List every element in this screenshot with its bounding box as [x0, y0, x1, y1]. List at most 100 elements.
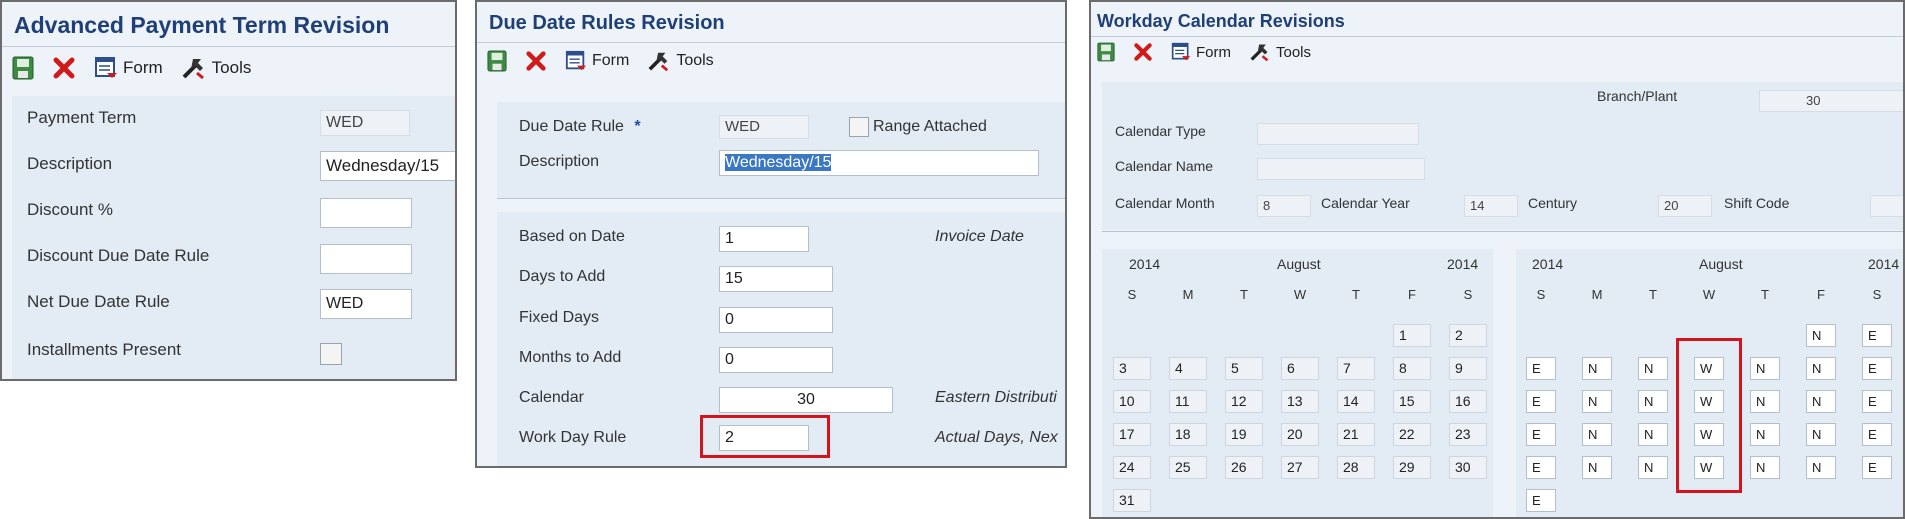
- tools-menu-button[interactable]: Tools: [647, 50, 714, 72]
- workday-calendar-cell[interactable]: N: [1638, 357, 1668, 380]
- calendar-label: Calendar: [519, 389, 584, 406]
- date-calendar-cell[interactable]: 22: [1393, 423, 1431, 446]
- date-calendar-cell[interactable]: 29: [1393, 456, 1431, 479]
- workday-calendar-cell[interactable]: N: [1750, 357, 1780, 380]
- workday-calendar-cell[interactable]: E: [1526, 390, 1556, 413]
- close-button[interactable]: [1133, 42, 1153, 62]
- workday-calendar-cell[interactable]: N: [1582, 357, 1612, 380]
- date-calendar-cell[interactable]: 25: [1169, 456, 1207, 479]
- date-calendar-cell[interactable]: 1: [1393, 324, 1431, 347]
- workday-calendar-cell[interactable]: N: [1806, 324, 1836, 347]
- installments-present-checkbox[interactable]: [320, 343, 342, 365]
- date-calendar-cell[interactable]: 3: [1113, 357, 1151, 380]
- workday-calendar-cell[interactable]: E: [1526, 489, 1556, 512]
- shift-code-field[interactable]: [1870, 195, 1903, 217]
- date-calendar-cell[interactable]: 24: [1113, 456, 1151, 479]
- fixed-days-field[interactable]: 0: [719, 307, 833, 333]
- date-calendar-cell[interactable]: 10: [1113, 390, 1151, 413]
- tools-menu-button[interactable]: Tools: [181, 56, 251, 80]
- date-calendar-cell[interactable]: 16: [1449, 390, 1487, 413]
- workday-calendar-cell[interactable]: N: [1582, 390, 1612, 413]
- calendar-field[interactable]: 30: [719, 387, 893, 413]
- century-field[interactable]: 20: [1658, 195, 1712, 217]
- date-calendar-cell[interactable]: 12: [1225, 390, 1263, 413]
- toolbar: Form Tools: [12, 56, 455, 80]
- date-calendar-cell[interactable]: 15: [1393, 390, 1431, 413]
- calendar-name-field[interactable]: [1257, 158, 1425, 180]
- date-calendar-cell[interactable]: 4: [1169, 357, 1207, 380]
- save-button[interactable]: [1097, 42, 1115, 62]
- workday-calendar-cell[interactable]: N: [1582, 456, 1612, 479]
- date-calendar-cell[interactable]: 6: [1281, 357, 1319, 380]
- due-date-rule-field[interactable]: WED: [719, 115, 809, 139]
- form-menu-button[interactable]: Form: [1171, 42, 1231, 62]
- form-menu-button[interactable]: Form: [565, 50, 629, 72]
- workday-calendar-cell[interactable]: N: [1750, 390, 1780, 413]
- discount-percent-field[interactable]: [320, 198, 412, 228]
- date-calendar-cell[interactable]: 17: [1113, 423, 1151, 446]
- date-calendar-cell[interactable]: 9: [1449, 357, 1487, 380]
- workday-calendar-cell[interactable]: E: [1526, 357, 1556, 380]
- date-calendar-cell[interactable]: 7: [1337, 357, 1375, 380]
- based-on-date-field[interactable]: 1: [719, 226, 809, 252]
- date-calendar-cell[interactable]: 31: [1113, 489, 1151, 512]
- workday-calendar-cell[interactable]: N: [1582, 423, 1612, 446]
- date-calendar-cell[interactable]: 11: [1169, 390, 1207, 413]
- save-icon: [487, 50, 507, 72]
- workday-calendar-cell[interactable]: N: [1638, 423, 1668, 446]
- description-field[interactable]: Wednesday/15: [320, 151, 455, 181]
- form-icon: [95, 57, 117, 78]
- workday-calendar-cell[interactable]: E: [1862, 390, 1892, 413]
- form-menu-button[interactable]: Form: [94, 56, 163, 80]
- workday-calendar-cell[interactable]: E: [1526, 456, 1556, 479]
- date-calendar-cell[interactable]: 23: [1449, 423, 1487, 446]
- workday-calendar-cell[interactable]: N: [1750, 456, 1780, 479]
- close-x-icon: [1134, 43, 1152, 61]
- date-calendar-cell[interactable]: 8: [1393, 357, 1431, 380]
- date-calendar-cell[interactable]: 30: [1449, 456, 1487, 479]
- workday-calendar-cell[interactable]: N: [1806, 456, 1836, 479]
- save-icon: [1097, 42, 1115, 62]
- workday-calendar-cell[interactable]: E: [1862, 357, 1892, 380]
- range-attached-checkbox[interactable]: [849, 117, 869, 137]
- discount-due-date-rule-field[interactable]: [320, 244, 412, 274]
- branch-plant-field[interactable]: 30: [1759, 90, 1903, 112]
- date-calendar-cell[interactable]: 27: [1281, 456, 1319, 479]
- save-button[interactable]: [487, 50, 507, 72]
- calendar-year-field[interactable]: 14: [1464, 195, 1518, 217]
- date-calendar-cell[interactable]: 5: [1225, 357, 1263, 380]
- days-to-add-field[interactable]: 15: [719, 266, 833, 292]
- workday-calendar-cell[interactable]: N: [1750, 423, 1780, 446]
- date-calendar-cell[interactable]: 21: [1337, 423, 1375, 446]
- workday-calendar-cell[interactable]: E: [1862, 324, 1892, 347]
- months-to-add-field[interactable]: 0: [719, 347, 833, 373]
- date-calendar-cell[interactable]: 13: [1281, 390, 1319, 413]
- date-calendar-cell[interactable]: 20: [1281, 423, 1319, 446]
- workday-calendar-cell[interactable]: E: [1862, 423, 1892, 446]
- close-button[interactable]: [525, 50, 547, 72]
- date-calendar-cell[interactable]: 18: [1169, 423, 1207, 446]
- calendar-month-field[interactable]: 8: [1257, 195, 1311, 217]
- discount-due-date-rule-label: Discount Due Date Rule: [27, 246, 210, 265]
- workday-calendar-cell[interactable]: N: [1638, 390, 1668, 413]
- save-button[interactable]: [12, 56, 34, 80]
- workday-calendar-cell[interactable]: E: [1526, 423, 1556, 446]
- close-button[interactable]: [52, 56, 76, 80]
- payment-term-field[interactable]: WED: [320, 110, 410, 136]
- workday-calendar-cell[interactable]: E: [1862, 456, 1892, 479]
- date-calendar-cell[interactable]: 14: [1337, 390, 1375, 413]
- date-calendar-cell[interactable]: 26: [1225, 456, 1263, 479]
- calendar-type-label: Calendar Type: [1115, 123, 1206, 139]
- workday-calendar-cell[interactable]: N: [1806, 357, 1836, 380]
- workday-calendar-cell[interactable]: N: [1806, 390, 1836, 413]
- workday-calendar-cell[interactable]: N: [1638, 456, 1668, 479]
- tools-menu-button[interactable]: Tools: [1249, 42, 1311, 62]
- workday-calendar-cell[interactable]: N: [1806, 423, 1836, 446]
- date-calendar-cell[interactable]: 28: [1337, 456, 1375, 479]
- description-field[interactable]: Wednesday/15: [719, 150, 1039, 176]
- date-calendar-cell[interactable]: 19: [1225, 423, 1263, 446]
- tools-icon: [1250, 44, 1269, 62]
- calendar-type-field[interactable]: [1257, 123, 1419, 145]
- net-due-date-rule-field[interactable]: WED: [320, 289, 412, 319]
- date-calendar-cell[interactable]: 2: [1449, 324, 1487, 347]
